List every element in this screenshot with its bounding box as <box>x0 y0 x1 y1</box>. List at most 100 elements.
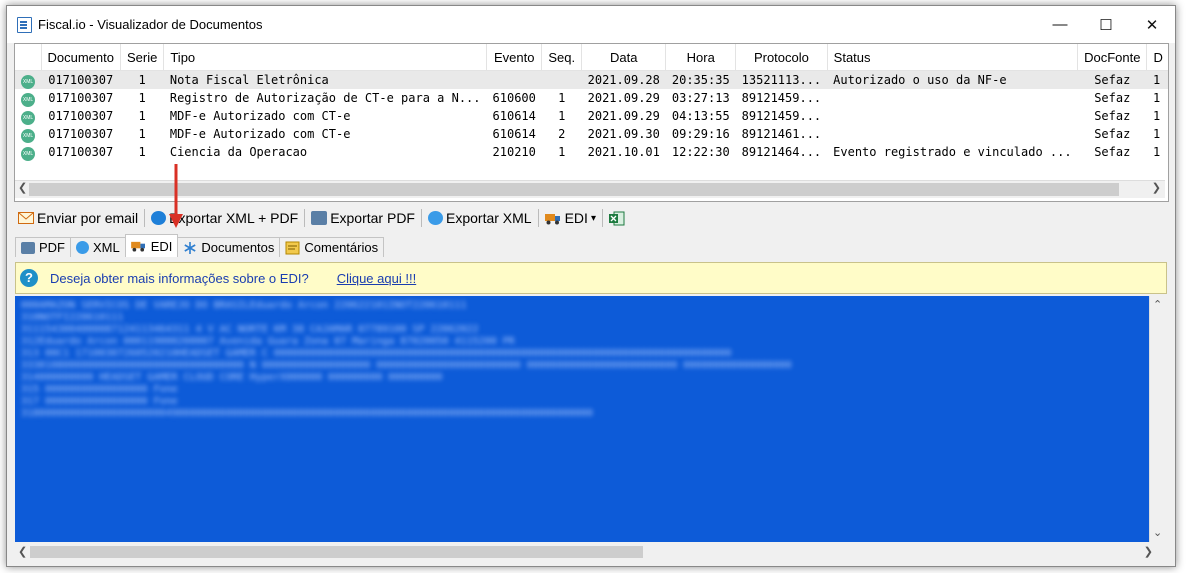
table-row[interactable]: XML 017100307 1 MDF-e Autorizado com CT-… <box>15 125 1168 143</box>
cell-status <box>827 89 1077 107</box>
maximize-button[interactable]: ☐ <box>1083 6 1129 43</box>
annotation-arrow-icon <box>169 164 183 228</box>
close-button[interactable]: ✕ <box>1129 6 1175 43</box>
tab-pdf-label: PDF <box>39 240 65 255</box>
cell-evento: 210210 <box>492 145 536 159</box>
cell-data: 2021.09.29 <box>587 109 660 123</box>
info-link[interactable]: Clique aqui !!! <box>337 271 417 286</box>
help-icon: ? <box>20 269 38 287</box>
tab-xml[interactable]: XML <box>70 237 126 257</box>
toolbar-separator <box>601 209 603 227</box>
actions-toolbar: Enviar por email Exportar XML + PDF Expo… <box>14 206 629 230</box>
cell-evento <box>486 70 542 89</box>
table-row[interactable]: XML 017100307 1 Registro de Autorização … <box>15 89 1168 107</box>
scroll-down-icon[interactable]: ⌄ <box>1153 526 1162 539</box>
scroll-left-icon[interactable]: ❮ <box>18 545 27 558</box>
edi-horizontal-scrollbar[interactable]: ❮ ❯ <box>15 543 1165 560</box>
edi-content-area[interactable]: 000AMAZON SERVICOS DE VAREJO DO BRASILEd… <box>15 296 1149 542</box>
cell-d: 1 <box>1146 70 1168 89</box>
xml-doc-icon: XML <box>21 128 35 143</box>
cell-d: 1 <box>1152 109 1161 123</box>
edi-line: 000AMAZON SERVICOS DE VAREJO DO BRASILEd… <box>21 300 467 311</box>
edi-scroll-thumb[interactable] <box>30 546 643 558</box>
cell-serie: 1 <box>120 70 164 89</box>
cell-protocolo: 89121459... <box>741 91 822 105</box>
email-button[interactable]: Enviar por email <box>14 210 142 226</box>
edi-line: 3111543004000087124113464311 4 V AC NORT… <box>21 324 479 335</box>
excel-export-button[interactable] <box>605 211 629 226</box>
cell-evento: 610614 <box>492 109 536 123</box>
scroll-left-icon[interactable]: ❮ <box>18 181 27 194</box>
info-message: Deseja obter mais informações sobre o ED… <box>50 270 309 286</box>
cell-hora: 09:29:16 <box>671 127 730 141</box>
xml-icon <box>428 211 443 225</box>
edi-line: 3330108000000000000000000000000000000 N … <box>21 360 792 371</box>
edi-info-bar: ? Deseja obter mais informações sobre o … <box>15 262 1167 294</box>
cell-evento: 610614 <box>492 127 536 141</box>
grid-scroll-thumb[interactable] <box>29 183 1119 196</box>
col-protocolo[interactable]: Protocolo <box>735 44 828 71</box>
cell-protocolo: 89121461... <box>741 127 822 141</box>
asterisk-icon <box>184 241 197 254</box>
grid-header-row: Documento Serie Tipo Evento Seq. Data Ho… <box>15 44 1168 71</box>
col-d[interactable]: D <box>1146 44 1168 71</box>
cell-hora: 12:22:30 <box>671 145 730 159</box>
cell-d: 1 <box>1152 127 1161 141</box>
col-status[interactable]: Status <box>827 44 1079 71</box>
table-row[interactable]: XML 017100307 1 Ciencia da Operacao 2102… <box>15 143 1168 161</box>
export-pdf-label: Exportar PDF <box>330 210 415 226</box>
cell-seq: 1 <box>558 109 566 123</box>
pdf-icon <box>311 211 328 225</box>
edi-line: 310NOTFI220610111 <box>21 312 124 323</box>
edi-dropdown-button[interactable]: EDI ▾ <box>541 210 600 226</box>
window-title: Fiscal.io - Visualizador de Documentos <box>38 17 263 32</box>
export-pdf-button[interactable]: Exportar PDF <box>307 210 419 226</box>
pdf-icon <box>21 241 35 254</box>
tab-edi[interactable]: EDI <box>124 234 179 257</box>
table-row[interactable]: XML 017100307 1 Nota Fiscal Eletrônica 2… <box>15 70 1168 89</box>
col-tipo[interactable]: Tipo <box>163 44 488 71</box>
export-xml-button[interactable]: Exportar XML <box>424 210 536 226</box>
cell-serie: 1 <box>138 127 146 141</box>
edi-line: 314000000000 HEADSET GAMER CLOUD CORE Hy… <box>21 372 443 383</box>
tab-pdf[interactable]: PDF <box>15 237 71 257</box>
cell-documento: 017100307 <box>48 145 114 159</box>
toolbar-separator <box>421 209 422 227</box>
documents-grid[interactable]: Documento Serie Tipo Evento Seq. Data Ho… <box>14 43 1169 202</box>
chevron-down-icon: ▾ <box>590 212 596 224</box>
tab-documentos[interactable]: Documentos <box>177 237 281 257</box>
scroll-right-icon[interactable]: ❯ <box>1144 545 1153 558</box>
cell-serie: 1 <box>138 109 146 123</box>
envelope-icon <box>18 212 34 224</box>
cell-data: 2021.09.30 <box>587 127 660 141</box>
col-docfonte[interactable]: DocFonte <box>1077 44 1148 71</box>
main-window: Fiscal.io - Visualizador de Documentos —… <box>6 5 1176 567</box>
cell-seq: 2 <box>558 127 566 141</box>
col-serie[interactable]: Serie <box>120 44 165 71</box>
minimize-button[interactable]: — <box>1037 6 1083 43</box>
cell-tipo: MDF-e Autorizado com CT-e <box>169 109 351 123</box>
grid-header-icon <box>15 44 42 71</box>
col-documento[interactable]: Documento <box>41 44 121 71</box>
export-xml-label: Exportar XML <box>446 210 532 226</box>
col-seq[interactable]: Seq. <box>541 44 583 71</box>
xml-doc-icon: XML <box>21 92 35 107</box>
cell-tipo: Ciencia da Operacao <box>169 145 308 159</box>
grid-horizontal-scrollbar[interactable]: ❮ ❯ <box>15 180 1165 198</box>
tab-comentarios-label: Comentários <box>304 240 379 255</box>
row-icon-cell: XML <box>15 107 41 125</box>
tab-comentarios[interactable]: Comentários <box>279 237 385 257</box>
cell-protocolo: 89121464... <box>741 145 822 159</box>
edi-vertical-scrollbar[interactable]: ⌃ ⌄ <box>1149 296 1166 542</box>
col-data[interactable]: Data <box>581 44 667 71</box>
table-row[interactable]: XML 017100307 1 MDF-e Autorizado com CT-… <box>15 107 1168 125</box>
email-button-label: Enviar por email <box>37 210 139 226</box>
scroll-right-icon[interactable]: ❯ <box>1152 181 1161 194</box>
row-icon-cell: XML <box>15 125 41 143</box>
cell-documento: 017100307 <box>48 109 114 123</box>
col-hora[interactable]: Hora <box>665 44 737 71</box>
row-icon-cell: XML <box>15 143 41 161</box>
toolbar-separator <box>304 209 306 227</box>
scroll-up-icon[interactable]: ⌃ <box>1153 298 1162 311</box>
col-evento[interactable]: Evento <box>486 44 543 71</box>
